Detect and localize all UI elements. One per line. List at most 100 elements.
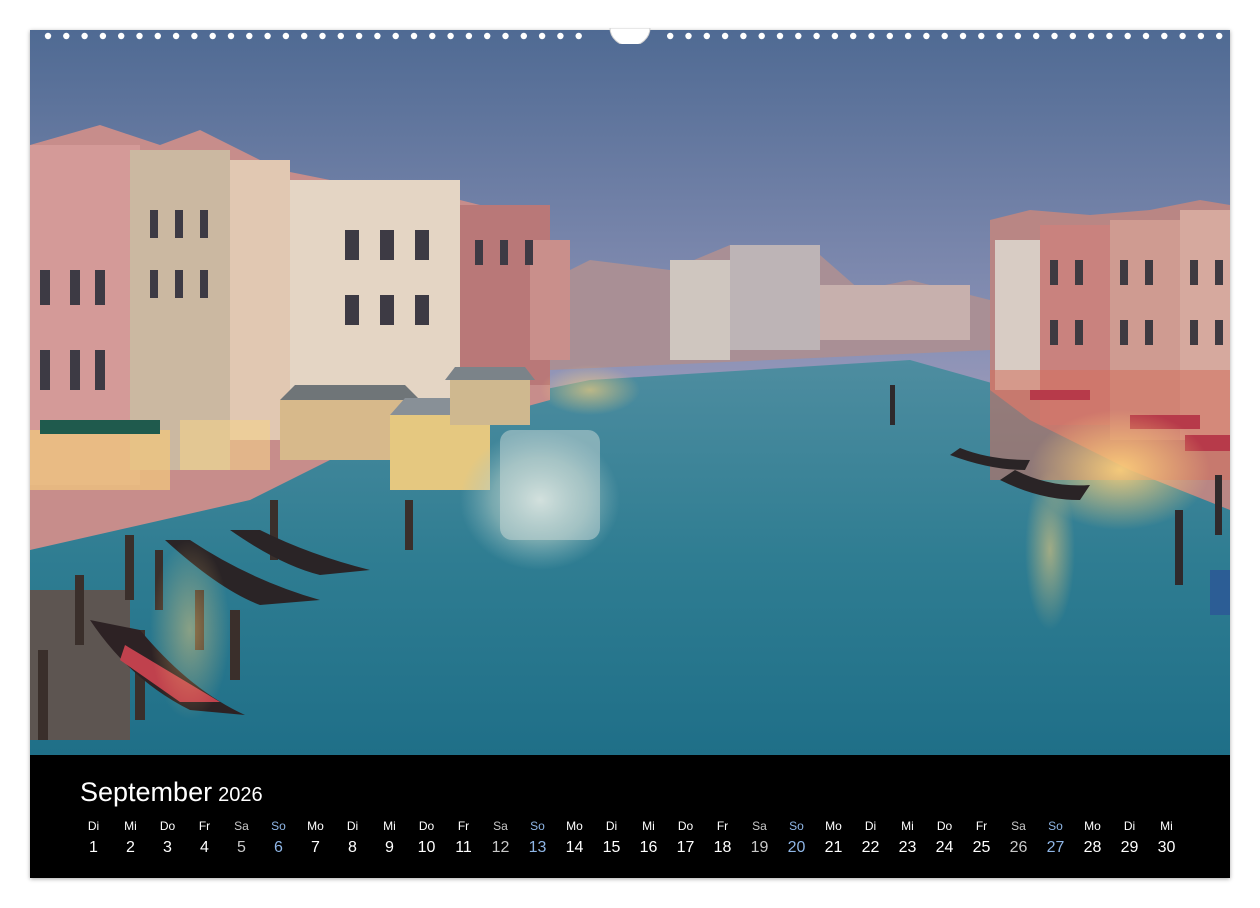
day-number: 12 xyxy=(491,839,510,856)
binding-hole xyxy=(1069,32,1077,40)
hanger-cutout xyxy=(609,28,651,44)
binding-hole xyxy=(154,32,161,40)
binding-hole xyxy=(740,32,747,40)
binding-hole xyxy=(1161,32,1168,40)
binding-hole xyxy=(721,32,729,40)
binding-hole xyxy=(1197,32,1205,40)
venice-canal-photo xyxy=(30,30,1230,755)
binding-hole xyxy=(246,32,253,40)
binding-hole xyxy=(355,32,363,40)
day-number: 3 xyxy=(163,839,172,856)
weekday-label: Mo xyxy=(1084,819,1101,833)
weekday-label: Fr xyxy=(975,819,988,833)
binding-hole xyxy=(758,32,765,40)
day-number: 8 xyxy=(348,839,357,856)
day-number: 19 xyxy=(750,839,769,856)
weekday-label: Mi xyxy=(1160,819,1173,833)
weekday-label: Do xyxy=(159,819,176,833)
weekday-label: Sa xyxy=(234,819,249,833)
calendar-page: September 2026 Di Mi Do Fr Sa So Mo Di Mi Do Fr Sa So… xyxy=(30,30,1230,878)
binding-hole xyxy=(538,32,546,40)
binding-hole xyxy=(410,32,418,40)
binding-hole xyxy=(1179,32,1186,40)
binding-hole xyxy=(795,32,802,40)
binding-hole xyxy=(1142,32,1150,40)
binding-hole xyxy=(136,32,143,40)
day-number-row: 1 2 3 4 5 6 7 8 9 10 11 12 13 14 15 16 17 18 19 20 21 22 23 24 2… xyxy=(75,839,1215,857)
weekday-label: Mo xyxy=(307,819,324,833)
binding-hole xyxy=(392,32,399,40)
weekday-label: Mo xyxy=(825,819,842,833)
binding-hole xyxy=(941,32,948,40)
day-number: 22 xyxy=(861,839,880,856)
binding-hole xyxy=(319,32,326,40)
weekday-label: Mo xyxy=(566,819,583,833)
binding-hole xyxy=(978,32,985,40)
binding-hole xyxy=(886,32,893,40)
weekday-label: Mi xyxy=(383,819,396,833)
weekday-label: Di xyxy=(864,819,877,833)
binding-hole xyxy=(227,32,235,40)
weekday-label: Di xyxy=(346,819,359,833)
binding-hole xyxy=(850,32,857,40)
month-name: September xyxy=(80,777,213,807)
weekday-label: Fr xyxy=(716,819,729,833)
day-number: 15 xyxy=(602,839,621,856)
weekday-label: Di xyxy=(87,819,100,833)
weekday-label: Mi xyxy=(642,819,655,833)
binding-hole xyxy=(63,32,70,40)
weekday-label: So xyxy=(271,819,286,833)
weekday-label: Sa xyxy=(752,819,767,833)
binding-hole xyxy=(1106,32,1113,40)
binding-hole xyxy=(1051,32,1058,40)
binding-hole xyxy=(959,32,967,40)
day-number: 1 xyxy=(89,839,98,856)
binding-hole xyxy=(172,32,180,40)
weekday-label: Di xyxy=(1123,819,1136,833)
binding-hole xyxy=(904,32,912,40)
weekday-label: Fr xyxy=(457,819,470,833)
binding-hole xyxy=(557,32,564,40)
day-number: 9 xyxy=(385,839,394,856)
binding-hole xyxy=(429,32,436,40)
day-number: 17 xyxy=(676,839,695,856)
day-number: 29 xyxy=(1120,839,1139,856)
binding-hole xyxy=(301,32,308,40)
binding-hole xyxy=(813,32,820,40)
day-number: 30 xyxy=(1157,839,1176,856)
binding-hole xyxy=(1014,32,1022,40)
day-number: 21 xyxy=(824,839,843,856)
binding-hole xyxy=(1216,32,1223,40)
binding-hole xyxy=(209,32,216,40)
day-number: 14 xyxy=(565,839,584,856)
weekday-label: So xyxy=(1048,819,1063,833)
day-number: 16 xyxy=(639,839,658,856)
binding-hole xyxy=(264,32,271,40)
day-number: 25 xyxy=(972,839,991,856)
day-number: 20 xyxy=(787,839,806,856)
weekday-label: Fr xyxy=(198,819,211,833)
binding-hole xyxy=(575,32,582,40)
binding-hole xyxy=(337,32,344,40)
day-number: 27 xyxy=(1046,839,1065,856)
binding-hole xyxy=(831,32,839,40)
binding-hole xyxy=(374,32,381,40)
day-number: 23 xyxy=(898,839,917,856)
binding-hole xyxy=(465,32,473,40)
weekday-label: Mi xyxy=(124,819,137,833)
binding-hole xyxy=(81,32,88,40)
binding-hole xyxy=(996,32,1003,40)
day-number: 13 xyxy=(528,839,547,856)
weekday-label: Sa xyxy=(493,819,508,833)
binding-hole xyxy=(282,32,290,40)
weekday-label: Di xyxy=(605,819,618,833)
year: 2026 xyxy=(218,784,263,806)
day-number: 28 xyxy=(1083,839,1102,856)
day-number: 5 xyxy=(237,839,246,856)
weekday-label: Do xyxy=(418,819,435,833)
binding-hole xyxy=(99,32,107,40)
day-number: 7 xyxy=(311,839,320,856)
weekday-label: Do xyxy=(677,819,694,833)
binding-hole xyxy=(923,32,930,40)
binding-hole xyxy=(502,32,509,40)
